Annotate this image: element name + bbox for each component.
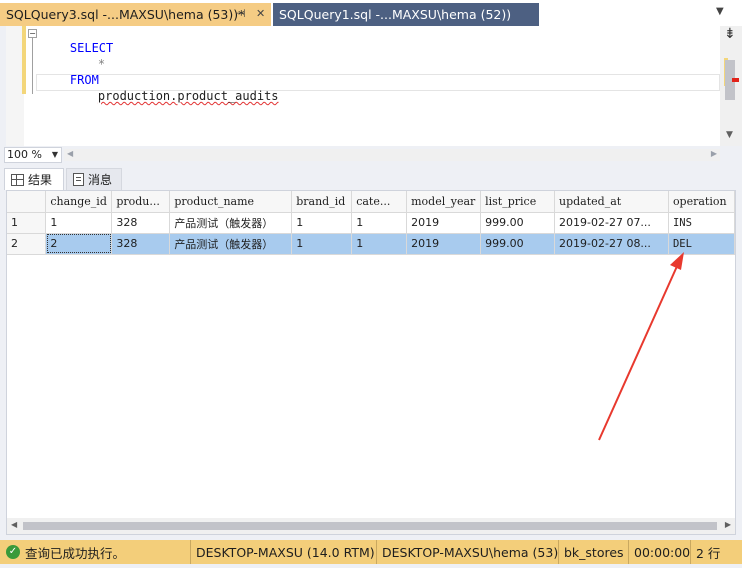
zoom-row: 100 % ▼ ◀ ▶: [0, 146, 742, 164]
split-icon[interactable]: ⇟: [724, 26, 736, 42]
change-tracking-bar: [22, 26, 26, 94]
zoom-select[interactable]: 100 % ▼: [4, 147, 62, 163]
column-header[interactable]: cate...: [351, 191, 408, 213]
tab-label: SQLQuery3.sql -...MAXSU\hema (53))*: [6, 7, 245, 22]
table-cell[interactable]: 1: [291, 233, 353, 255]
results-table: change_id produ... product_name brand_id…: [7, 191, 736, 255]
code-line-4: production.product_audits: [69, 75, 279, 117]
close-icon[interactable]: ✕: [256, 7, 265, 20]
messages-icon: [73, 173, 84, 186]
status-elapsed-time: 00:00:00: [628, 540, 690, 564]
scroll-thumb[interactable]: [23, 522, 717, 530]
query-editor[interactable]: − SELECT * FROM production.product_audit…: [6, 26, 720, 146]
status-message: ✓ 查询已成功执行。: [0, 540, 190, 564]
table-cell[interactable]: 328: [111, 212, 171, 234]
scroll-right-icon[interactable]: ▶: [711, 149, 717, 158]
table-cell[interactable]: 产品测试（触发器）: [169, 212, 293, 234]
table-cell[interactable]: 2019-02-27 07...: [554, 212, 669, 234]
row-number[interactable]: 2: [7, 233, 47, 255]
table-cell[interactable]: 328: [111, 233, 171, 255]
error-marker: [732, 78, 739, 82]
tab-sqlquery1[interactable]: SQLQuery1.sql -...MAXSU\hema (52)): [273, 3, 539, 26]
column-header[interactable]: brand_id: [291, 191, 353, 213]
column-header[interactable]: updated_at: [554, 191, 669, 213]
table-identifier: production.product_audits: [97, 89, 279, 103]
column-header[interactable]: product_name: [169, 191, 293, 213]
scroll-right-icon[interactable]: ▶: [725, 520, 731, 529]
pin-icon[interactable]: ⊣: [236, 7, 246, 20]
table-cell[interactable]: 2019: [406, 212, 482, 234]
tab-results[interactable]: 结果: [4, 168, 64, 190]
collapse-icon[interactable]: −: [28, 29, 37, 38]
status-user: DESKTOP-MAXSU\hema (53): [376, 540, 558, 564]
scroll-left-icon[interactable]: ◀: [11, 520, 17, 529]
tab-messages-label: 消息: [88, 173, 113, 187]
corner-cell[interactable]: [7, 191, 47, 213]
scroll-left-icon[interactable]: ◀: [67, 149, 73, 158]
status-database: bk_stores: [558, 540, 628, 564]
tab-messages[interactable]: 消息: [66, 168, 122, 190]
scroll-down-icon[interactable]: ▼: [726, 130, 733, 140]
header-row: change_id produ... product_name brand_id…: [7, 191, 736, 213]
column-header[interactable]: produ...: [111, 191, 171, 213]
editor-vertical-scrollbar[interactable]: ⇟ ▼: [720, 26, 742, 146]
table-cell[interactable]: 2019: [406, 233, 482, 255]
tab-dropdown-icon[interactable]: ▼: [716, 6, 724, 17]
table-row[interactable]: 2 2 328 产品测试（触发器） 1 1 2019 999.00 2019-0…: [7, 233, 736, 255]
table-cell[interactable]: 产品测试（触发器）: [169, 233, 293, 255]
tab-label: SQLQuery1.sql -...MAXSU\hema (52)): [279, 7, 512, 22]
column-header[interactable]: list_price: [480, 191, 556, 213]
column-header[interactable]: model_year: [406, 191, 482, 213]
status-row-count: 2 行: [690, 540, 742, 564]
editor-horizontal-scrollbar[interactable]: ◀ ▶: [64, 149, 720, 161]
row-number[interactable]: 1: [7, 212, 47, 234]
zoom-value: 100 %: [7, 148, 42, 161]
grid-horizontal-scrollbar[interactable]: ◀ ▶: [7, 518, 735, 534]
document-tab-strip: SQLQuery3.sql -...MAXSU\hema (53))* ⊣ ✕ …: [0, 0, 742, 26]
table-cell[interactable]: INS: [668, 212, 736, 234]
table-row[interactable]: 1 1 328 产品测试（触发器） 1 1 2019 999.00 2019-0…: [7, 212, 736, 234]
results-grid[interactable]: change_id produ... product_name brand_id…: [6, 190, 736, 535]
tab-sqlquery3[interactable]: SQLQuery3.sql -...MAXSU\hema (53))* ⊣ ✕: [0, 3, 271, 26]
table-cell[interactable]: 1: [45, 212, 113, 234]
table-cell[interactable]: 2: [45, 233, 113, 255]
table-cell[interactable]: DEL: [668, 233, 736, 255]
check-circle-icon: ✓: [6, 545, 20, 559]
table-cell[interactable]: 999.00: [480, 233, 556, 255]
status-message-text: 查询已成功执行。: [25, 545, 126, 561]
column-header[interactable]: change_id: [45, 191, 113, 213]
column-header[interactable]: operation: [668, 191, 736, 213]
tab-results-label: 结果: [28, 173, 53, 187]
table-cell[interactable]: 2019-02-27 08...: [554, 233, 669, 255]
status-server: DESKTOP-MAXSU (14.0 RTM): [190, 540, 376, 564]
table-cell[interactable]: 1: [291, 212, 353, 234]
table-cell[interactable]: 1: [351, 233, 408, 255]
table-cell[interactable]: 999.00: [480, 212, 556, 234]
table-cell[interactable]: 1: [351, 212, 408, 234]
operator-star: *: [97, 57, 106, 71]
fold-guide: [32, 38, 33, 94]
status-bar: ✓ 查询已成功执行。 DESKTOP-MAXSU (14.0 RTM) DESK…: [0, 540, 742, 564]
grid-icon: [11, 173, 24, 186]
chevron-down-icon[interactable]: ▼: [52, 148, 58, 162]
